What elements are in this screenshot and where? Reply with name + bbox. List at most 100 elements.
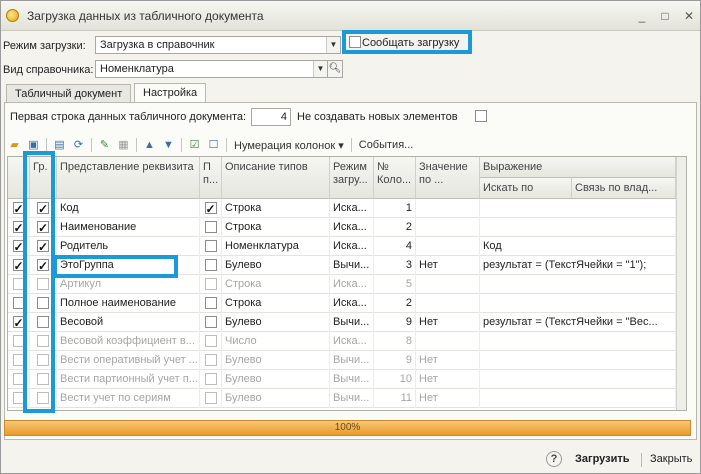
header-representation[interactable]: Представление реквизита [57,157,200,199]
edit-icon[interactable]: ✎ [95,137,114,153]
table-row[interactable]: Весовой БулевоВычи...9Нетрезультат = (Тек… [8,313,676,332]
refresh-icon[interactable]: ⟳ [69,137,88,153]
field-mode: Вычи... [330,313,374,332]
p-checkbox[interactable] [200,294,222,313]
delete-icon[interactable]: ▦ [114,137,133,153]
field-expression [480,351,676,370]
header-expression[interactable]: Выражение [480,157,676,178]
load-mode-label: Режим загрузки: [3,40,86,52]
field-name: Наименование [57,218,200,237]
header-value[interactable]: Значение по ... [416,157,480,199]
table-row[interactable]: Полное наименование Строка Иска... 2 [8,294,676,313]
p-checkbox[interactable] [200,332,222,351]
field-expression: результат = (ТекстЯчейки = "Вес... [480,313,676,332]
tab-spreadsheet[interactable]: Табличный документ [6,84,132,102]
chevron-down-icon[interactable]: ▼ [313,61,327,77]
p-checkbox[interactable] [200,218,222,237]
header-types[interactable]: Описание типов [222,157,330,199]
field-mode: Иска... [330,237,374,256]
table-row[interactable]: Код СтрокаИска...1 [8,199,676,218]
field-name: Вести партионный учет п... [57,370,200,389]
field-name: Вести учет по сериям [57,389,200,408]
field-name: Код [57,199,200,218]
field-expression [480,370,676,389]
load-mode-select[interactable]: Загрузка в справочник ▼ [95,36,341,54]
field-default-value: Нет [416,256,480,275]
p-checkbox[interactable] [200,351,222,370]
table-row[interactable]: Вести партионный учет п... Булево Вычи... 1… [8,370,676,389]
p-checkbox[interactable] [200,256,222,275]
field-default-value: Нет [416,370,480,389]
window: Загрузка данных из табличного документа … [0,0,701,474]
field-default-value [416,199,480,218]
field-column-number: 9 [374,313,416,332]
table-row[interactable]: Весовой коэффициент в... Число Иска... 8 [8,332,676,351]
group-column-highlight [23,151,55,413]
field-expression: результат = (ТекстЯчейки = "1"); [480,256,676,275]
catalog-kind-select[interactable]: Номенклатура ▼ [95,60,328,78]
vertical-scrollbar[interactable] [676,157,686,410]
field-mode: Иска... [330,332,374,351]
field-default-value: Нет [416,389,480,408]
table-row[interactable]: Родитель НоменклатураИска...4 Код [8,237,676,256]
header-mode[interactable]: Режим загру... [330,157,374,199]
close-icon[interactable]: ✕ [682,9,696,23]
move-down-icon[interactable]: ▼ [159,137,178,153]
p-checkbox[interactable] [200,389,222,408]
chevron-down-icon[interactable]: ▼ [326,37,340,53]
toolbar: ▰ ▣ ▤ ⟳ ✎ ▦ ▲ ▼ ☑ ☐ Нумерация колонок ▾ … [5,136,417,154]
field-column-number: 5 [374,275,416,294]
app-icon [6,9,19,22]
p-checkbox[interactable] [200,275,222,294]
report-load-label: Сообщать загрузку [362,37,460,49]
tab-settings[interactable]: Настройка [134,83,207,103]
move-up-icon[interactable]: ▲ [140,137,159,153]
field-default-value [416,218,480,237]
field-expression: Код [480,237,676,256]
help-button[interactable]: ? [546,451,562,467]
fields-table: Гр. Представление реквизита П п... Описа… [7,156,687,411]
p-checkbox[interactable] [200,237,222,256]
field-type: Номенклатура [222,237,330,256]
p-checkbox[interactable] [200,313,222,332]
field-mode: Вычи... [330,256,374,275]
load-button[interactable]: Загрузить [571,449,634,469]
field-column-number: 4 [374,237,416,256]
p-checkbox[interactable] [200,370,222,389]
table-row[interactable]: Наименование СтрокаИска...2 [8,218,676,237]
no-new-checkbox[interactable] [475,110,487,123]
maximize-icon[interactable]: □ [658,9,672,23]
table-row[interactable]: Вести оперативный учет ... Булево Вычи... 9… [8,351,676,370]
field-expression [480,275,676,294]
field-column-number: 10 [374,370,416,389]
header-number[interactable]: № Коло... [374,157,416,199]
p-checkbox[interactable] [200,199,222,218]
field-expression [480,389,676,408]
progress-label: 100% [334,422,361,433]
minimize-icon[interactable]: _ [635,9,649,23]
table-row[interactable]: Вести учет по сериям Булево Вычи... 11 Нет [8,389,676,408]
header-p[interactable]: П п... [200,157,222,199]
numbering-button[interactable]: Нумерация колонок ▾ [230,139,348,152]
uncheck-all-icon[interactable]: ☐ [204,137,223,153]
first-row-input[interactable]: 4 [251,108,291,126]
field-expression [480,218,676,237]
field-mode: Иска... [330,218,374,237]
close-button[interactable]: Закрыть [646,449,696,469]
field-expression [480,294,676,313]
field-default-value [416,294,480,313]
folder-icon[interactable]: ▰ [5,137,24,153]
search-icon[interactable]: 🔍︎ [327,60,343,78]
header-search-by[interactable]: Искать по [480,178,572,199]
field-expression [480,199,676,218]
field-name: Родитель [57,237,200,256]
report-load-checkbox[interactable] [349,36,361,49]
check-all-icon[interactable]: ☑ [185,137,204,153]
events-button[interactable]: События... [355,139,418,151]
numbering-label: Нумерация колонок [234,139,336,152]
field-type: Строка [222,275,330,294]
field-column-number: 2 [374,294,416,313]
header-link-by[interactable]: Связь по влад... [572,178,676,199]
window-title: Загрузка данных из табличного документа [27,9,264,23]
field-name: Вести оперативный учет ... [57,351,200,370]
